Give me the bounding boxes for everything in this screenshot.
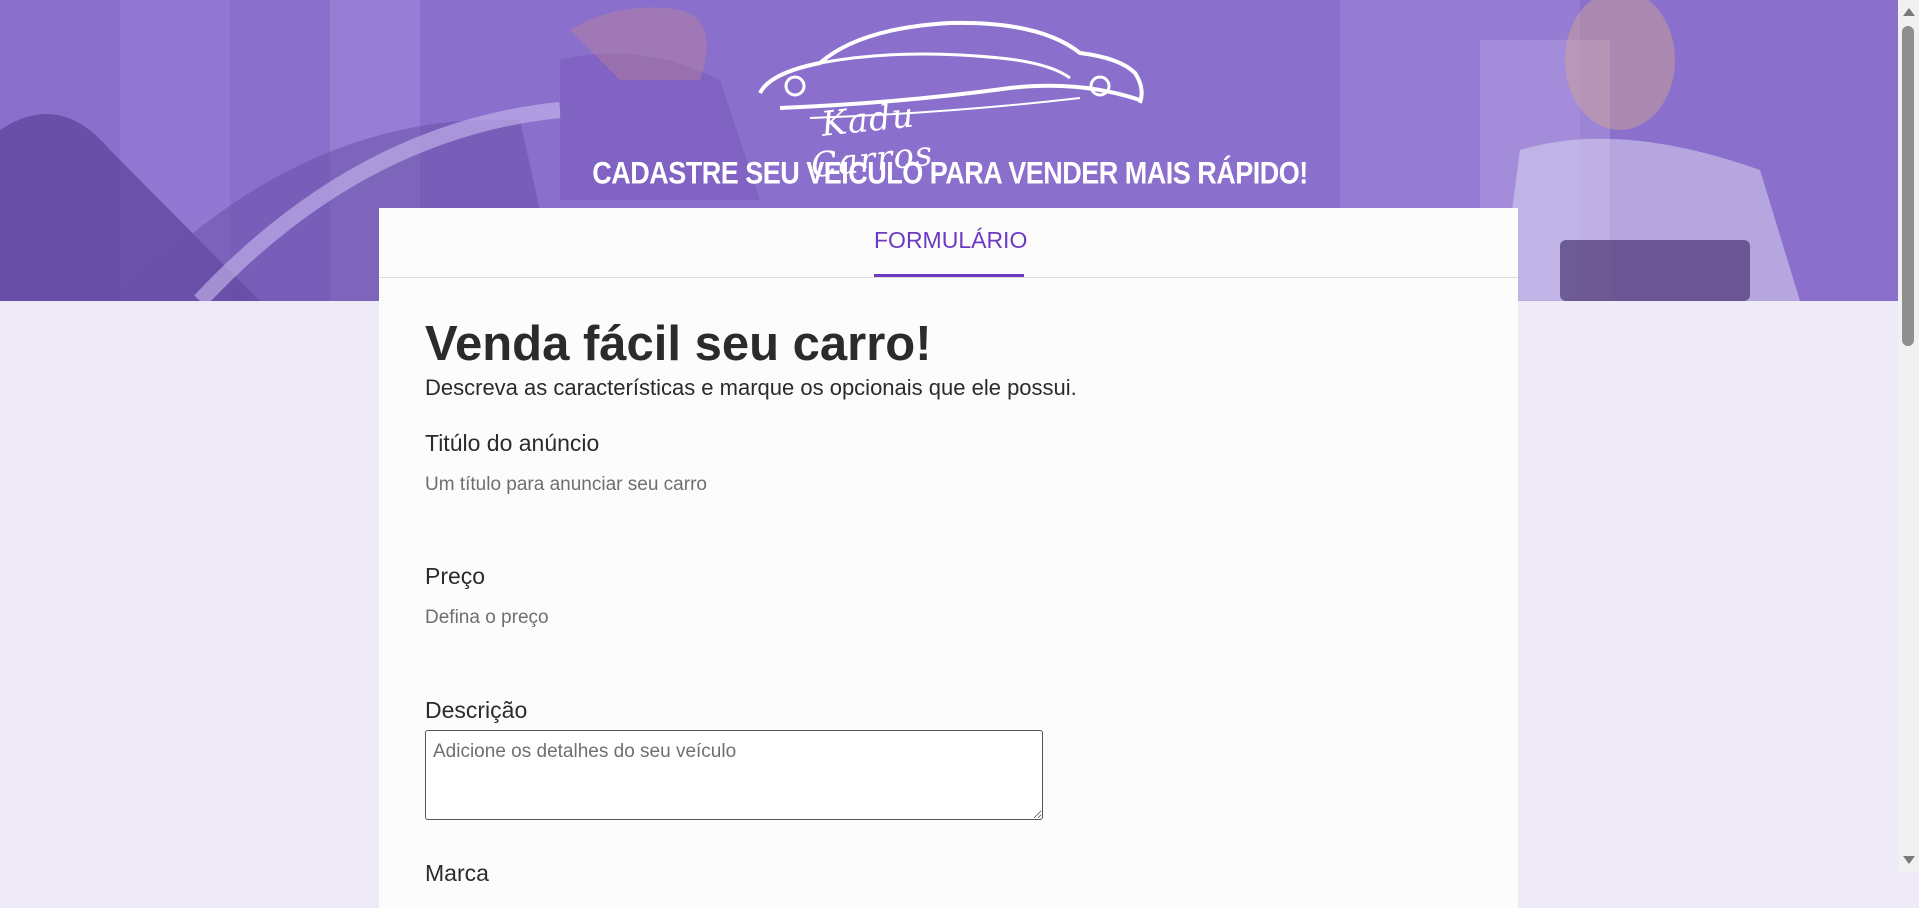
page-title: Venda fácil seu carro! <box>425 317 932 371</box>
preco-label: Preço <box>425 563 486 589</box>
vertical-scrollbar[interactable] <box>1898 0 1919 872</box>
page-subtitle: Descreva as características e marque os … <box>425 375 1077 400</box>
preco-input[interactable] <box>425 593 1025 643</box>
descricao-label: Descrição <box>425 697 528 723</box>
tab-bar: FORMULÁRIO <box>379 208 1518 278</box>
titulo-label: Titúlo do anúncio <box>425 430 600 456</box>
scroll-down-arrow-icon[interactable] <box>1903 856 1915 864</box>
scrollbar-thumb[interactable] <box>1902 26 1914 346</box>
marca-label: Marca <box>425 860 489 886</box>
tab-formulario[interactable]: FORMULÁRIO <box>874 208 1027 277</box>
form-content: Venda fácil seu carro! Descreva as carac… <box>425 317 1077 886</box>
titulo-input[interactable] <box>425 460 1025 510</box>
scroll-up-arrow-icon[interactable] <box>1903 8 1915 16</box>
hero-tagline: CADASTRE SEU VEÍCULO PARA VENDER MAIS RÁ… <box>592 155 1308 191</box>
form-card: FORMULÁRIO Venda fácil seu carro! Descre… <box>379 208 1518 908</box>
descricao-textarea[interactable] <box>425 730 1043 820</box>
